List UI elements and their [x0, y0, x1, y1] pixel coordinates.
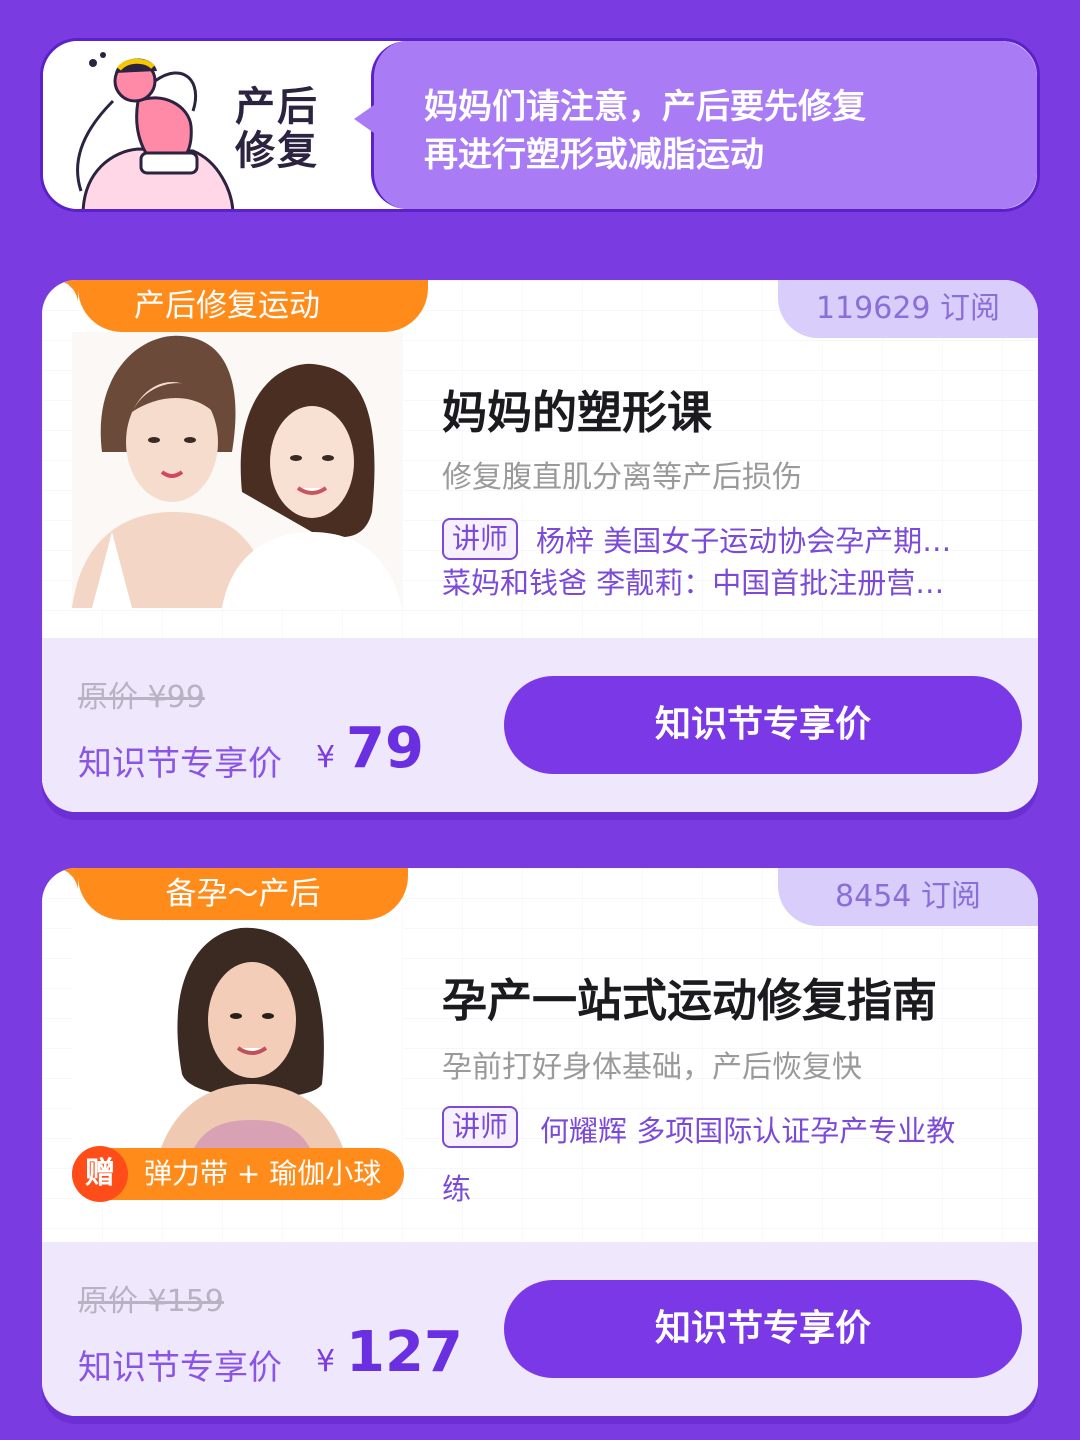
instructors-photo: [72, 332, 402, 608]
course-category-tag: 产后修复运动: [54, 280, 428, 332]
exercising-mom-illustration: [43, 41, 243, 209]
banner-title-line2: 修复: [235, 128, 319, 174]
teacher-info-line1: 杨梓 美国女子运动协会孕产期…: [536, 524, 952, 558]
promo-price-label: 知识节专享价: [78, 1348, 282, 1388]
teacher-info-line2: 菜妈和钱爸 李靓莉：中国首批注册营…: [442, 566, 945, 600]
banner-message-line2: 再进行塑形或减脂运动: [424, 135, 764, 175]
buy-button[interactable]: 知识节专享价: [504, 1280, 1022, 1378]
promo-price: 127: [346, 1320, 463, 1385]
subscriber-count-badge: 119629 订阅: [778, 280, 1038, 338]
original-price: 原价 ¥99: [78, 680, 205, 715]
course-card-body-shaping[interactable]: 产后修复运动 119629 订阅 妈妈的塑形课 修复腹直肌分离等产后损伤 讲师 …: [42, 280, 1038, 812]
gift-icon: 赠: [72, 1146, 128, 1202]
price-section: 原价 ¥99 知识节专享价 ¥ 79 知识节专享价: [42, 638, 1038, 812]
original-price: 原价 ¥159: [78, 1284, 224, 1319]
promo-price: 79: [346, 716, 424, 781]
course-title[interactable]: 妈妈的塑形课: [442, 376, 712, 441]
teacher-info-line1: 何耀辉 多项国际认证孕产专业教: [540, 1114, 956, 1148]
instructor-photo: [72, 924, 402, 1184]
gift-banner: 赠 弹力带 + 瑜伽小球: [72, 1146, 404, 1202]
teacher-info-line2: 练: [442, 1172, 472, 1206]
teacher-badge: 讲师: [442, 518, 519, 560]
course-title[interactable]: 孕产一站式运动修复指南: [442, 964, 937, 1029]
buy-button[interactable]: 知识节专享价: [504, 676, 1022, 774]
course-subtitle: 修复腹直肌分离等产后损伤: [442, 460, 802, 495]
teacher-badge: 讲师: [442, 1106, 519, 1148]
currency-symbol: ¥: [316, 1344, 336, 1379]
promo-price-label: 知识节专享价: [78, 744, 282, 784]
subscriber-count-badge: 8454 订阅: [778, 868, 1038, 926]
banner-message-line1: 妈妈们请注意，产后要先修复: [424, 87, 866, 127]
currency-symbol: ¥: [316, 740, 336, 775]
postpartum-banner: 产后 修复 妈妈们请注意，产后要先修复 再进行塑形或减脂运动: [40, 38, 1040, 212]
course-category-tag: 备孕～产后: [54, 868, 408, 920]
course-card-pregnancy-guide[interactable]: 备孕～产后 8454 订阅 赠 弹力带 + 瑜伽小球 孕产一站式运动修复指南 孕…: [42, 868, 1038, 1416]
gift-text: 弹力带 + 瑜伽小球: [144, 1157, 382, 1190]
course-subtitle: 孕前打好身体基础，产后恢复快: [442, 1050, 862, 1085]
banner-message-bubble: 妈妈们请注意，产后要先修复 再进行塑形或减脂运动: [354, 41, 1037, 209]
price-section: 原价 ¥159 知识节专享价 ¥ 127 知识节专享价: [42, 1242, 1038, 1416]
